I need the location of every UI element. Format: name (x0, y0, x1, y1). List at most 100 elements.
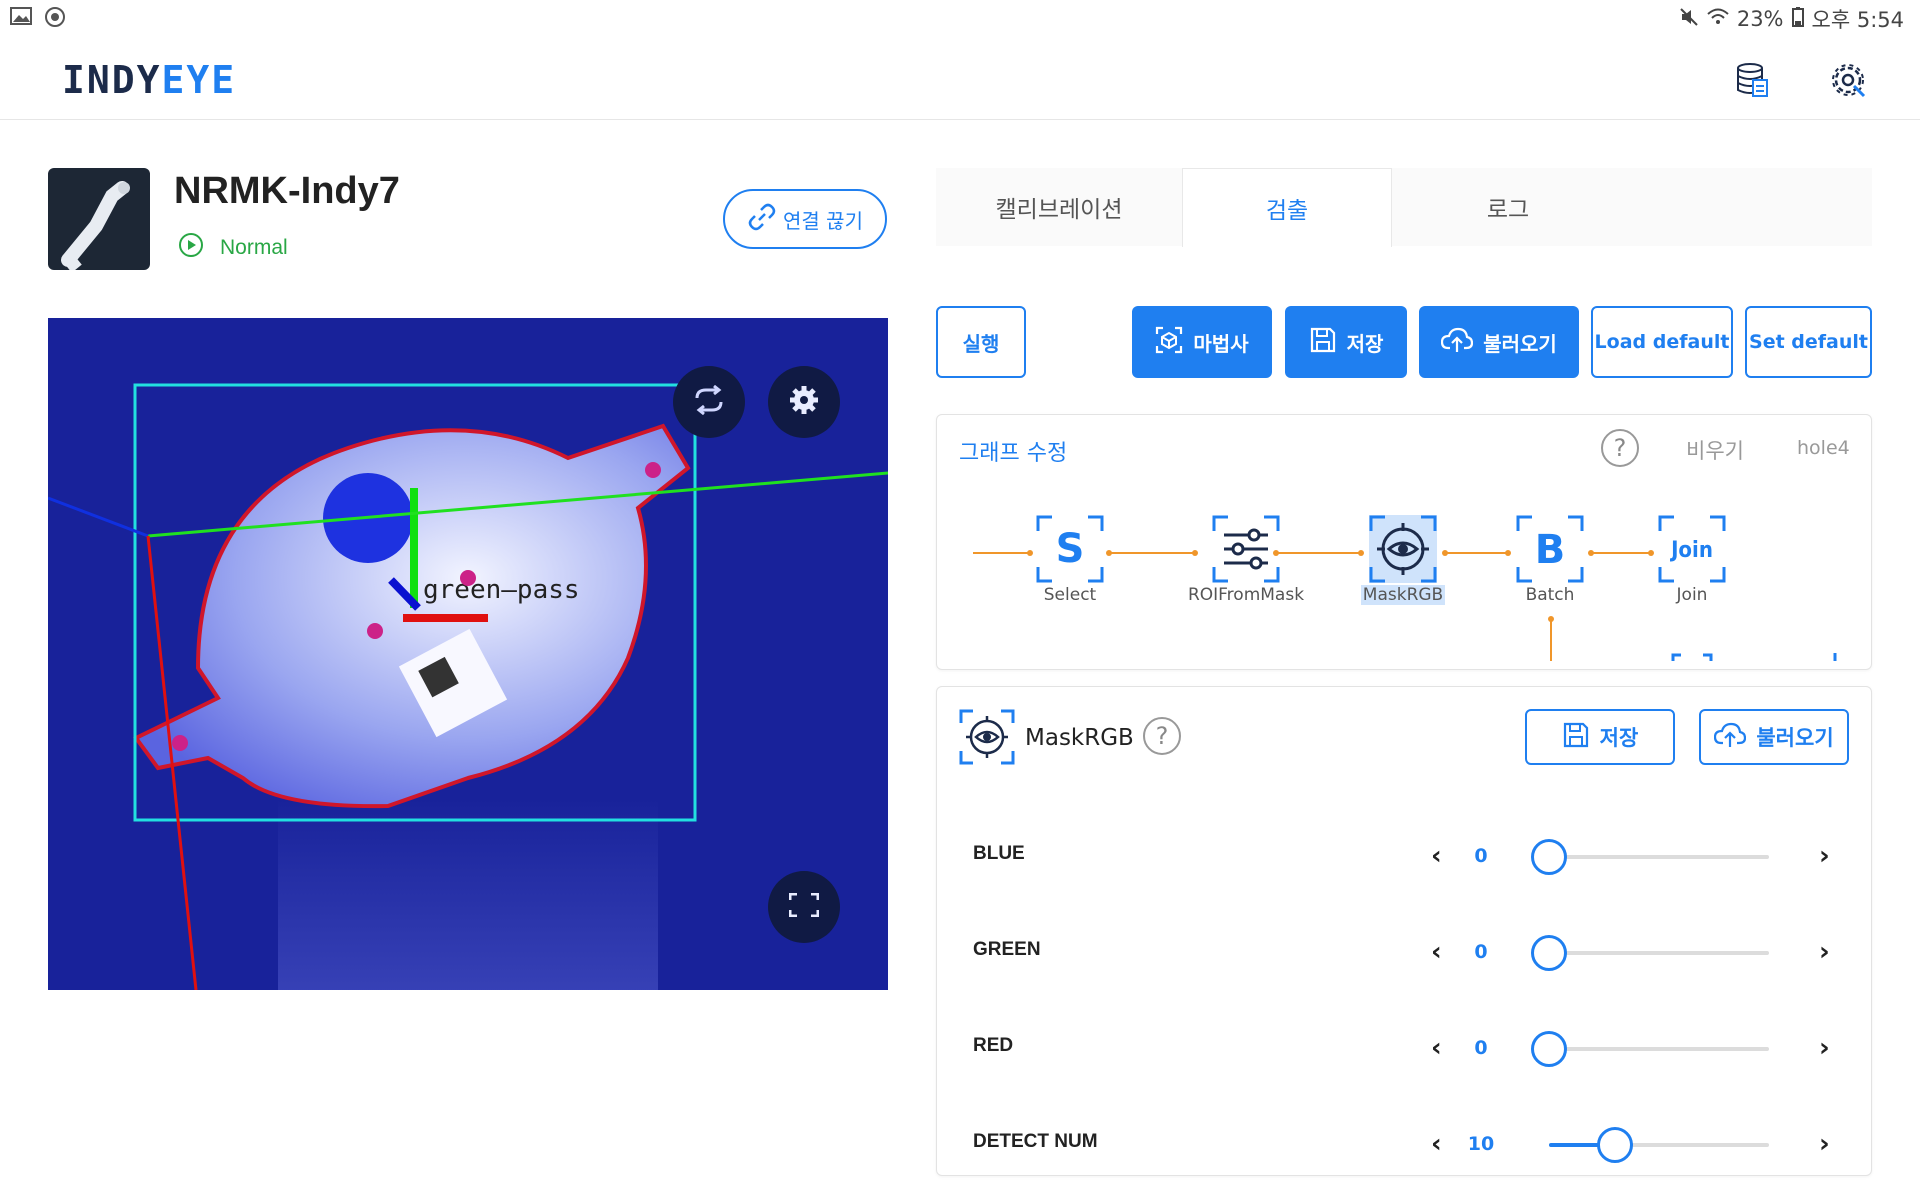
param-label: RED (973, 1035, 1014, 1056)
param-label: DETECT NUM (973, 1131, 1098, 1152)
node-title: MaskRGB (1025, 725, 1134, 751)
refresh-icon (692, 384, 726, 419)
svg-text:B: B (1535, 527, 1566, 573)
increment-chevron-icon[interactable]: › (1819, 1129, 1830, 1159)
increment-chevron-icon[interactable]: › (1819, 1033, 1830, 1063)
tab-detection[interactable]: 검출 (1182, 168, 1392, 247)
save-icon (1562, 721, 1590, 754)
main-tabs: 캘리브레이션 검출 로그 (936, 168, 1872, 247)
param-slider[interactable] (1531, 839, 1769, 875)
param-row-blue: BLUE ‹ 0 › (973, 835, 1843, 875)
node-load-label: 불러오기 (1756, 726, 1834, 750)
overlay-text: green—pass (423, 575, 580, 605)
load-default-label: Load default (1594, 331, 1730, 353)
node-help-button[interactable]: ? (1143, 717, 1181, 755)
run-label: 실행 (962, 331, 1000, 356)
tab-calibration[interactable]: 캘리브레이션 (936, 168, 1182, 246)
run-button[interactable]: 실행 (936, 306, 1026, 378)
param-value: 0 (1474, 1037, 1488, 1059)
maskrgb-icon (959, 709, 1015, 765)
graph-node-maskrgb[interactable]: MaskRGB (1343, 515, 1463, 605)
refresh-button[interactable] (673, 366, 745, 438)
load-default-button[interactable]: Load default (1591, 306, 1733, 378)
increment-chevron-icon[interactable]: › (1819, 937, 1830, 967)
param-slider-thumb[interactable] (1531, 1031, 1567, 1067)
graph-node-label: Select (1043, 585, 1097, 605)
settings-gear-icon[interactable] (1826, 58, 1870, 102)
graph-editor-panel: 그래프 수정 ? 비우기 hole4 S Select ROIFromMask … (936, 414, 1872, 670)
graph-node-roifrommask[interactable]: ROIFromMask (1176, 515, 1316, 605)
select-icon: S (1036, 515, 1104, 583)
database-icon[interactable] (1730, 58, 1774, 102)
increment-chevron-icon[interactable]: › (1819, 841, 1830, 871)
graph-node-label: ROIFromMask (1187, 585, 1305, 605)
wizard-icon (1155, 326, 1183, 359)
param-label: GREEN (973, 939, 1041, 960)
save-label: 저장 (1346, 331, 1384, 356)
param-slider[interactable] (1531, 1031, 1769, 1067)
fullscreen-icon (788, 892, 820, 921)
battery-icon (1791, 6, 1804, 32)
tab-log[interactable]: 로그 (1392, 168, 1624, 246)
param-value: 0 (1474, 941, 1488, 963)
graph-node-select[interactable]: S Select (1010, 515, 1130, 605)
clock: 오후 5:54 (1811, 8, 1904, 32)
set-default-label: Set default (1749, 331, 1868, 353)
camera-image: green—pass (48, 383, 888, 990)
node-save-label: 저장 (1599, 726, 1639, 750)
wifi-icon (1707, 7, 1729, 31)
device-status: Normal (178, 232, 288, 264)
eye-target-icon (1369, 515, 1437, 583)
param-slider-thumb[interactable] (1531, 839, 1567, 875)
node-save-button[interactable]: 저장 (1525, 709, 1675, 765)
svg-text:Join: Join (1669, 538, 1713, 563)
param-slider-thumb[interactable] (1597, 1127, 1633, 1163)
save-icon (1309, 326, 1337, 359)
param-label: BLUE (973, 843, 1025, 864)
join-icon: Join (1658, 515, 1726, 583)
load-button[interactable]: 불러오기 (1419, 306, 1579, 378)
graph-node-label: Batch (1525, 585, 1575, 605)
graph-node-batch[interactable]: B Batch (1490, 515, 1610, 605)
decrement-chevron-icon[interactable]: ‹ (1431, 1129, 1442, 1159)
sync-notification-icon (44, 6, 66, 33)
cloud-upload-icon (1441, 326, 1474, 359)
app-header: INDYEYE (0, 36, 1920, 120)
decrement-chevron-icon[interactable]: ‹ (1431, 1033, 1442, 1063)
graph-node-join[interactable]: Join Join (1632, 515, 1752, 605)
wizard-button[interactable]: 마법사 (1132, 306, 1272, 378)
param-row-detect-num: DETECT NUM ‹ 10 › (973, 1123, 1843, 1163)
gallery-notification-icon (10, 6, 32, 33)
batch-icon: B (1516, 515, 1584, 583)
disconnect-button[interactable]: 연결 끊기 (723, 189, 887, 249)
graph-node-label: MaskRGB (1360, 585, 1446, 605)
param-slider[interactable] (1549, 1127, 1769, 1163)
decrement-chevron-icon[interactable]: ‹ (1431, 937, 1442, 967)
gear-icon (788, 384, 820, 420)
node-params-panel: MaskRGB ? 저장 불러오기 BLUE ‹ 0 › GREEN ‹ 0 › RED ‹ 0 › D… (936, 686, 1872, 1176)
robot-thumbnail (48, 168, 150, 270)
cloud-upload-icon (1714, 721, 1747, 754)
sliders-icon (1212, 515, 1280, 583)
param-value: 10 (1467, 1133, 1495, 1155)
camera-settings-button[interactable] (768, 366, 840, 438)
status-bar: 23% 오후 5:54 (0, 0, 1920, 36)
disconnect-label: 연결 끊기 (783, 208, 863, 233)
play-circle-icon (178, 232, 204, 264)
param-value: 0 (1474, 845, 1488, 867)
param-row-red: RED ‹ 0 › (973, 1027, 1843, 1067)
node-load-button[interactable]: 불러오기 (1699, 709, 1849, 765)
param-slider-thumb[interactable] (1531, 935, 1567, 971)
fullscreen-button[interactable] (768, 871, 840, 943)
decrement-chevron-icon[interactable]: ‹ (1431, 841, 1442, 871)
camera-view[interactable]: green—pass (48, 318, 888, 990)
graph-node-label: Join (1676, 585, 1708, 605)
save-button[interactable]: 저장 (1285, 306, 1407, 378)
app-logo: INDYEYE (62, 58, 237, 102)
set-default-button[interactable]: Set default (1745, 306, 1872, 378)
svg-text:S: S (1056, 526, 1085, 572)
mute-icon (1679, 7, 1699, 32)
wizard-label: 마법사 (1193, 331, 1249, 356)
param-slider[interactable] (1531, 935, 1769, 971)
device-status-label: Normal (220, 236, 288, 259)
